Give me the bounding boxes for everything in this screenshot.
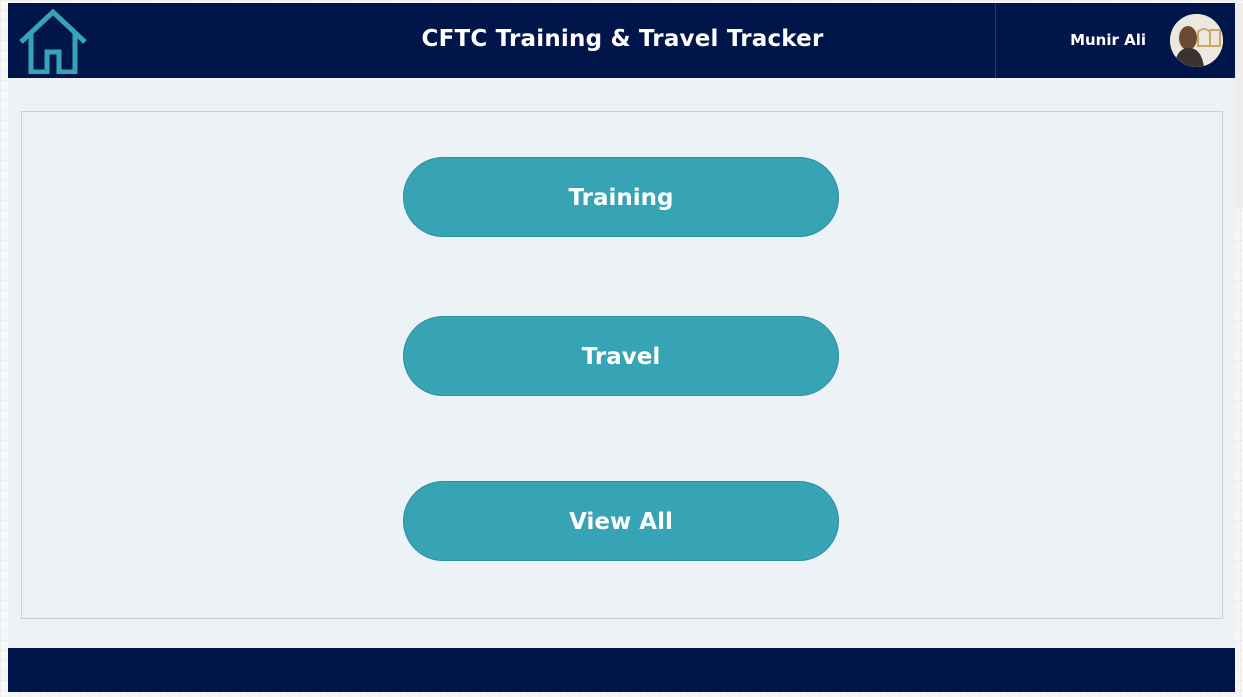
app-screen: CFTC Training & Travel Tracker Munir Ali… xyxy=(8,3,1235,692)
home-button[interactable] xyxy=(18,8,88,74)
user-avatar-icon xyxy=(1170,14,1223,67)
page-title: CFTC Training & Travel Tracker xyxy=(421,26,824,52)
training-button[interactable]: Training xyxy=(403,157,839,237)
header-divider xyxy=(995,3,996,78)
view-all-button[interactable]: View All xyxy=(403,481,839,561)
footer-bar xyxy=(8,648,1235,692)
home-icon xyxy=(19,8,87,74)
avatar xyxy=(1170,14,1223,67)
user-name: Munir Ali xyxy=(1070,31,1146,49)
main-panel: Training Travel View All xyxy=(21,111,1223,619)
header-bar: CFTC Training & Travel Tracker Munir Ali xyxy=(8,3,1235,78)
travel-button[interactable]: Travel xyxy=(403,316,839,396)
scroll-edge xyxy=(1235,3,1243,208)
